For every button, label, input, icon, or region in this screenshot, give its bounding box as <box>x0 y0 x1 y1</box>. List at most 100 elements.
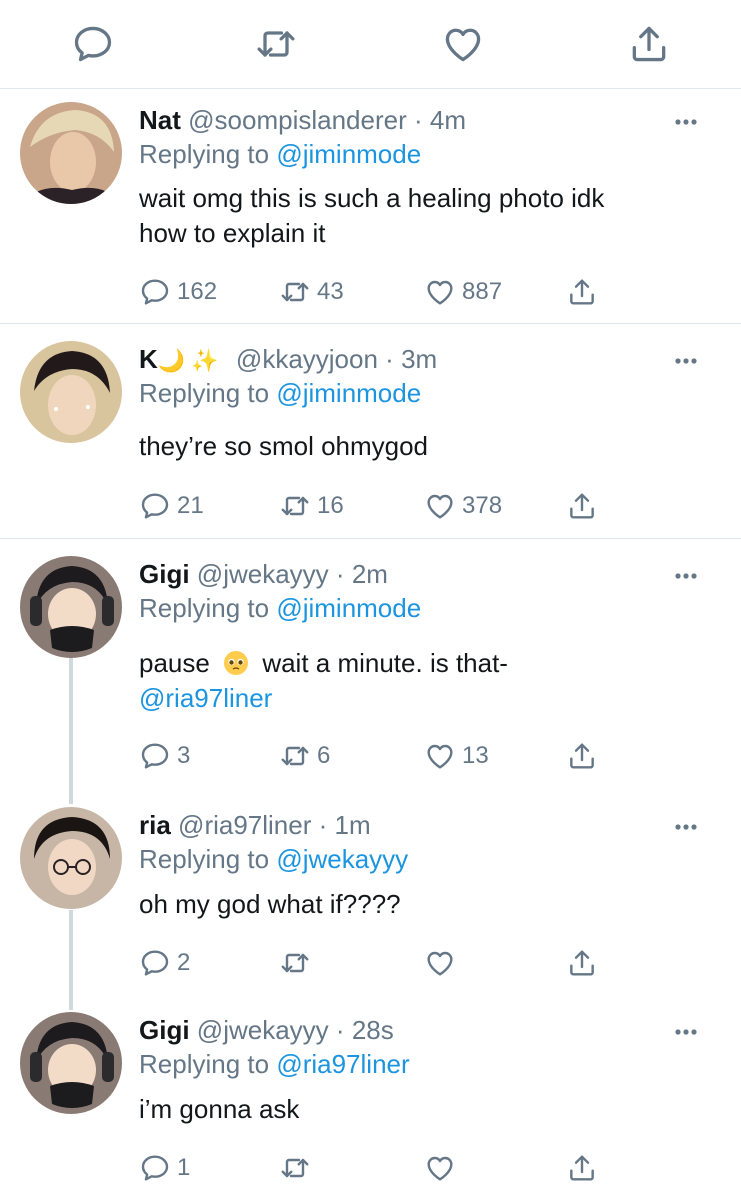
tweet-text-line: oh my god what if???? <box>139 889 401 919</box>
more-icon[interactable] <box>668 817 704 837</box>
replying-to: Replying to @jiminmode <box>139 590 421 626</box>
timestamp[interactable]: 1m <box>335 810 371 840</box>
share-button[interactable] <box>566 275 598 309</box>
top-action-bar <box>0 0 741 88</box>
tweet-actions: 1 <box>139 1151 619 1185</box>
timestamp[interactable]: 28s <box>352 1015 394 1045</box>
handle[interactable]: @soompislanderer <box>188 105 407 135</box>
like-count: 887 <box>462 278 503 305</box>
replying-to: Replying to @jiminmode <box>139 375 421 411</box>
reply-icon <box>139 740 171 772</box>
replying-to-mention[interactable]: @jwekayyy <box>276 844 408 874</box>
more-icon[interactable] <box>668 566 704 586</box>
like-button[interactable] <box>424 1151 456 1185</box>
avatar[interactable] <box>20 556 122 658</box>
reply-tweet[interactable]: ria @ria97liner · 1m Replying to @jwekay… <box>0 807 741 987</box>
like-icon[interactable] <box>441 22 485 66</box>
avatar[interactable] <box>20 102 122 204</box>
replying-to-mention[interactable]: @jiminmode <box>276 378 421 408</box>
share-button[interactable] <box>566 1151 598 1185</box>
like-icon <box>424 276 456 308</box>
share-button[interactable] <box>566 489 598 523</box>
retweet-icon[interactable] <box>254 22 298 66</box>
retweet-button[interactable]: 6 <box>279 739 330 773</box>
mention-link[interactable]: @ria97liner <box>139 681 699 716</box>
reply-button[interactable]: 21 <box>139 489 204 523</box>
avatar[interactable] <box>20 341 122 443</box>
reply-count: 162 <box>177 278 218 305</box>
display-name[interactable]: ria <box>139 810 171 840</box>
separator-dot: · <box>335 1015 345 1045</box>
reply-tweet[interactable]: Gigi @jwekayyy · 2m Replying to @jiminmo… <box>0 556 741 786</box>
replying-to-label: Replying to <box>139 593 270 623</box>
divider <box>0 538 741 539</box>
reply-button[interactable]: 2 <box>139 946 190 980</box>
separator-dot: · <box>413 105 423 135</box>
display-name[interactable]: K <box>139 344 158 374</box>
share-icon <box>566 490 598 522</box>
timestamp[interactable]: 2m <box>352 559 388 589</box>
name-emoji: 🌙 ✨ <box>157 348 219 373</box>
tweet-header: ria @ria97liner · 1m <box>139 807 371 843</box>
like-button[interactable]: 13 <box>424 739 489 773</box>
display-name[interactable]: Gigi <box>139 559 190 589</box>
retweet-button[interactable]: 16 <box>279 489 344 523</box>
retweet-count: 16 <box>317 492 344 519</box>
share-icon <box>566 276 598 308</box>
display-name[interactable]: Nat <box>139 105 181 135</box>
retweet-button[interactable] <box>279 1151 311 1185</box>
more-icon[interactable] <box>668 112 704 132</box>
tweet-text-line: wait omg this is such a healing photo id… <box>139 183 605 213</box>
reply-button[interactable]: 1 <box>139 1151 190 1185</box>
tweet-actions: 2 <box>139 946 619 980</box>
tweet-text: they’re so smol ohmygod <box>139 429 699 464</box>
reply-icon[interactable] <box>71 22 115 66</box>
tweet-text: wait omg this is such a healing photo id… <box>139 181 699 251</box>
more-icon[interactable] <box>668 1022 704 1042</box>
share-icon <box>566 1152 598 1184</box>
tweet-actions: 21 16 378 <box>139 489 619 523</box>
avatar[interactable] <box>20 1012 122 1114</box>
avatar[interactable] <box>20 807 122 909</box>
reply-button[interactable]: 162 <box>139 275 217 309</box>
separator-dot: · <box>318 810 328 840</box>
pleading-face-emoji-icon <box>223 650 249 676</box>
reply-tweet[interactable]: Gigi @jwekayyy · 28s Replying to @ria97l… <box>0 1012 741 1192</box>
replying-to-mention[interactable]: @ria97liner <box>276 1049 409 1079</box>
share-button[interactable] <box>566 739 598 773</box>
more-icon[interactable] <box>668 351 704 371</box>
handle[interactable]: @jwekayyy <box>197 559 329 589</box>
tweet-text: pause wait a minute. is that- @ria97line… <box>139 646 699 716</box>
retweet-icon <box>279 740 311 772</box>
reply-tweet[interactable]: Nat @soompislanderer · 4m Replying to @j… <box>0 102 741 305</box>
share-icon[interactable] <box>627 22 671 66</box>
like-button[interactable] <box>424 946 456 980</box>
separator-dot: · <box>335 559 345 589</box>
reply-tweet[interactable]: K🌙 ✨ @kkayyjoon · 3m Replying to @jiminm… <box>0 341 741 526</box>
handle[interactable]: @kkayyjoon <box>236 344 378 374</box>
retweet-button[interactable]: 43 <box>279 275 344 309</box>
timestamp[interactable]: 3m <box>401 344 437 374</box>
like-button[interactable]: 378 <box>424 489 502 523</box>
replying-to-mention[interactable]: @jiminmode <box>276 139 421 169</box>
retweet-icon <box>279 1152 311 1184</box>
display-name[interactable]: Gigi <box>139 1015 190 1045</box>
tweet-text: oh my god what if???? <box>139 887 699 922</box>
like-count: 378 <box>462 492 503 519</box>
like-icon <box>424 1152 456 1184</box>
timestamp[interactable]: 4m <box>430 105 466 135</box>
replying-to-label: Replying to <box>139 378 270 408</box>
replying-to-label: Replying to <box>139 1049 270 1079</box>
handle[interactable]: @ria97liner <box>178 810 311 840</box>
retweet-button[interactable] <box>279 946 311 980</box>
share-button[interactable] <box>566 946 598 980</box>
tweet-actions: 162 43 887 <box>139 275 619 309</box>
reply-count: 21 <box>177 492 204 519</box>
handle[interactable]: @jwekayyy <box>197 1015 329 1045</box>
reply-icon <box>139 276 171 308</box>
replying-to-label: Replying to <box>139 844 270 874</box>
share-icon <box>566 947 598 979</box>
reply-button[interactable]: 3 <box>139 739 190 773</box>
like-button[interactable]: 887 <box>424 275 502 309</box>
replying-to-mention[interactable]: @jiminmode <box>276 593 421 623</box>
